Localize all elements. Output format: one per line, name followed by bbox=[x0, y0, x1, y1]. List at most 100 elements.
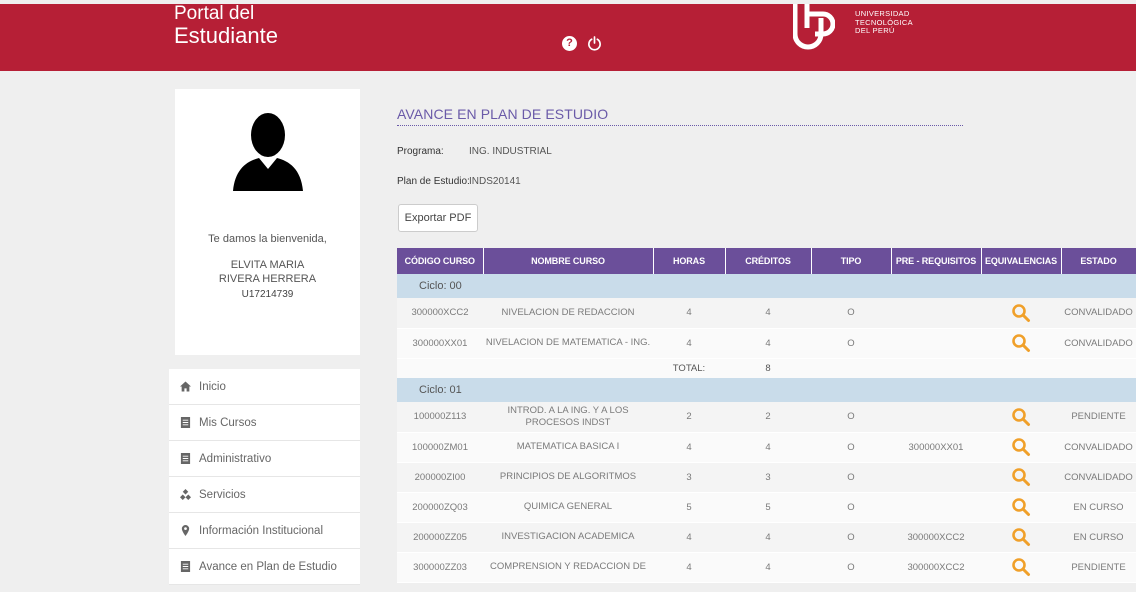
sidebar-item-label: Avance en Plan de Estudio bbox=[199, 560, 337, 573]
help-icon[interactable]: ? bbox=[562, 36, 577, 51]
cell-horas: 4 bbox=[653, 522, 725, 553]
header-actions: ? bbox=[562, 36, 602, 51]
table-row: 200000ZZ05 INVESTIGACION ACADEMICA 4 4 O 3000… bbox=[397, 522, 1136, 553]
cell-creditos: 4 bbox=[725, 432, 811, 463]
plan-label: Plan de Estudio: bbox=[397, 176, 470, 187]
cell-prerequisitos bbox=[891, 492, 981, 523]
cell-creditos: 4 bbox=[725, 522, 811, 553]
sidebar-item-administrativo[interactable]: Administrativo bbox=[169, 441, 360, 477]
cell-codigo: 300000ZZ03 bbox=[397, 552, 483, 583]
student-name-line1: ELVITA MARIA bbox=[230, 259, 305, 271]
cell-prerequisitos bbox=[891, 402, 981, 433]
cell-horas: 5 bbox=[653, 492, 725, 523]
cell-equivalencias bbox=[981, 402, 1061, 433]
sidebar-item-label: Servicios bbox=[199, 488, 246, 501]
document-icon bbox=[180, 453, 191, 464]
brand-line1: Portal del bbox=[174, 3, 255, 24]
sidebar-item-avance-plan[interactable]: Avance en Plan de Estudio bbox=[169, 549, 360, 585]
cell-prerequisitos bbox=[891, 328, 981, 359]
cell-tipo: O bbox=[811, 298, 891, 329]
cell-prerequisitos bbox=[891, 298, 981, 329]
cell-nombre: INVESTIGACION ACADEMICA bbox=[483, 522, 653, 553]
diamond-icon bbox=[180, 489, 191, 500]
cell-nombre: INTROD. A LA ING. Y A LOS PROCESOS INDST bbox=[483, 402, 653, 433]
sidebar-item-inicio[interactable]: Inicio bbox=[169, 369, 360, 405]
cell-nombre: NIVELACION DE REDACCION bbox=[483, 298, 653, 329]
cell-tipo: O bbox=[811, 522, 891, 553]
profile-card: Te damos la bienvenida, ELVITA MARIA RIV… bbox=[175, 89, 360, 355]
export-pdf-button[interactable]: Exportar PDF bbox=[398, 204, 478, 232]
col-header-horas[interactable]: HORAS bbox=[653, 248, 726, 274]
study-plan-table: CÓDIGO CURSO NOMBRE CURSO HORAS CRÉDITOS… bbox=[397, 248, 1136, 583]
cell-codigo: 200000ZZ05 bbox=[397, 522, 483, 553]
search-equivalence-icon[interactable] bbox=[1011, 333, 1031, 353]
cell-tipo: O bbox=[811, 462, 891, 493]
col-header-creditos[interactable]: CRÉDITOS bbox=[725, 248, 812, 274]
cell-tipo: O bbox=[811, 328, 891, 359]
search-equivalence-icon[interactable] bbox=[1011, 467, 1031, 487]
search-equivalence-icon[interactable] bbox=[1011, 303, 1031, 323]
cell-codigo: 300000XX01 bbox=[397, 328, 483, 359]
home-icon bbox=[180, 381, 191, 392]
cell-nombre: PRINCIPIOS DE ALGORITMOS bbox=[483, 462, 653, 493]
sidebar-item-servicios[interactable]: Servicios bbox=[169, 477, 360, 513]
sidebar-item-label: Administrativo bbox=[199, 452, 272, 465]
utp-logo-icon bbox=[793, 4, 835, 50]
cell-codigo: 300000XCC2 bbox=[397, 298, 483, 329]
col-header-estado[interactable]: ESTADO bbox=[1061, 248, 1136, 274]
cell-nombre: NIVELACION DE MATEMATICA - ING. bbox=[483, 328, 653, 359]
table-row: 200000ZQ03 QUIMICA GENERAL 5 5 O EN CURSO bbox=[397, 492, 1136, 523]
cell-codigo: 200000ZQ03 bbox=[397, 492, 483, 523]
search-equivalence-icon[interactable] bbox=[1011, 497, 1031, 517]
total-value: 8 bbox=[725, 358, 811, 378]
cell-creditos: 2 bbox=[725, 402, 811, 433]
portal-brand[interactable]: Portal del Estudiante bbox=[174, 4, 278, 49]
cell-tipo: O bbox=[811, 432, 891, 463]
total-row: TOTAL: 8 bbox=[397, 358, 1136, 378]
cell-equivalencias bbox=[981, 552, 1061, 583]
col-header-codigo[interactable]: CÓDIGO CURSO bbox=[397, 248, 484, 274]
cell-nombre: QUIMICA GENERAL bbox=[483, 492, 653, 523]
cell-creditos: 4 bbox=[725, 552, 811, 583]
table-body: Ciclo: 00 300000XCC2 NIVELACION DE REDACCI… bbox=[397, 274, 1136, 583]
programa-value: ING. INDUSTRIAL bbox=[469, 146, 552, 157]
welcome-text: Te damos la bienvenida, bbox=[208, 233, 327, 245]
total-label: TOTAL: bbox=[653, 358, 725, 378]
student-name-line2: RIVERA HERRERA bbox=[218, 273, 317, 285]
search-equivalence-icon[interactable] bbox=[1011, 437, 1031, 457]
sidebar-item-informacion-institucional[interactable]: Información Institucional bbox=[169, 513, 360, 549]
document-icon bbox=[180, 417, 191, 428]
cycle-row: Ciclo: 00 bbox=[397, 274, 1136, 298]
table-row: 300000ZZ03 COMPRENSION Y REDACCION DE 4 4 O 3… bbox=[397, 552, 1136, 583]
cell-equivalencias bbox=[981, 328, 1061, 359]
search-equivalence-icon[interactable] bbox=[1011, 527, 1031, 547]
col-header-prerequisitos[interactable]: PRE - REQUISITOS bbox=[891, 248, 982, 274]
cell-codigo: 200000ZI00 bbox=[397, 462, 483, 493]
search-equivalence-icon[interactable] bbox=[1011, 407, 1031, 427]
col-header-equivalencias[interactable]: EQUIVALENCIAS bbox=[981, 248, 1062, 274]
table-row: 200000ZI00 PRINCIPIOS DE ALGORITMOS 3 3 O CON… bbox=[397, 462, 1136, 493]
table-row: 100000ZM01 MATEMATICA BASICA I 4 4 O 300000XX… bbox=[397, 432, 1136, 463]
cell-tipo: O bbox=[811, 552, 891, 583]
cell-estado: PENDIENTE bbox=[1061, 402, 1136, 433]
sidebar-item-mis-cursos[interactable]: Mis Cursos bbox=[169, 405, 360, 441]
sidebar-item-label: Información Institucional bbox=[199, 524, 324, 537]
col-header-nombre[interactable]: NOMBRE CURSO bbox=[483, 248, 654, 274]
cell-prerequisitos: 300000XCC2 bbox=[891, 522, 981, 553]
cycle-row: Ciclo: 01 bbox=[397, 378, 1136, 402]
cell-estado: CONVALIDADO bbox=[1061, 462, 1136, 493]
plan-value: INDS20141 bbox=[469, 176, 521, 187]
cell-estado: CONVALIDADO bbox=[1061, 298, 1136, 329]
cell-equivalencias bbox=[981, 492, 1061, 523]
university-name: UNIVERSIDAD TECNOLÓGICA DEL PERÚ bbox=[855, 9, 913, 35]
cell-estado: PENDIENTE bbox=[1061, 552, 1136, 583]
col-header-tipo[interactable]: TIPO bbox=[811, 248, 892, 274]
cell-horas: 3 bbox=[653, 462, 725, 493]
search-equivalence-icon[interactable] bbox=[1011, 557, 1031, 577]
cell-nombre: MATEMATICA BASICA I bbox=[483, 432, 653, 463]
document-icon bbox=[180, 561, 191, 572]
cycle-label: Ciclo: 01 bbox=[397, 378, 1136, 402]
cell-nombre: COMPRENSION Y REDACCION DE bbox=[483, 552, 653, 583]
cell-prerequisitos: 300000XX01 bbox=[891, 432, 981, 463]
power-icon[interactable] bbox=[587, 36, 602, 51]
